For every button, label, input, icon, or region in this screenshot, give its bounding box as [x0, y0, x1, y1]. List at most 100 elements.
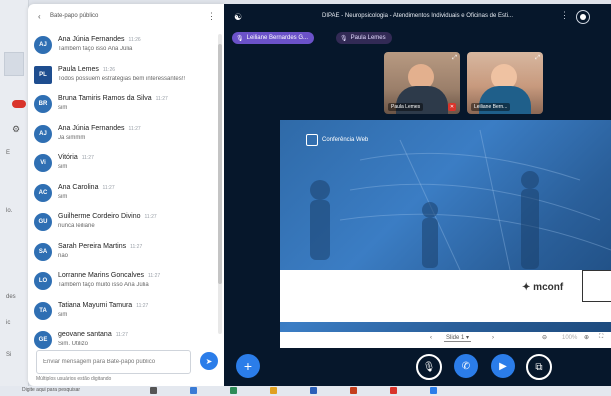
- mute-button[interactable]: 🎙: [416, 354, 442, 380]
- folder-icon[interactable]: [270, 387, 277, 394]
- chat-message: BR Bruna Tamiris Ramos da Silva 11:27 sim: [28, 93, 218, 123]
- video-tile-leiliane[interactable]: ⤢ Leiliane Bern...: [467, 52, 543, 114]
- author-name: Ana Carolina: [58, 183, 99, 191]
- mconf-text: mconf: [533, 282, 564, 293]
- chat-message: AJ Ana Júnia Fernandes 11:27 Ja simmm: [28, 123, 218, 153]
- recording-icon[interactable]: [576, 10, 590, 24]
- chat-input-field[interactable]: [41, 351, 190, 373]
- word-icon[interactable]: [310, 387, 317, 394]
- meeting-topbar: ☯ DIPAE - Neuropsicologia - Atendimentos…: [224, 4, 611, 32]
- gear-icon[interactable]: ⚙: [12, 124, 20, 135]
- message-text: Ja simmm: [58, 134, 86, 141]
- more-vertical-icon[interactable]: ⋮: [560, 10, 569, 21]
- chat-message: PL Paula Lemes 11:26 Todos possuem estratég…: [28, 64, 218, 94]
- powerpoint-icon[interactable]: [350, 387, 357, 394]
- chat-message: AC Ana Carolina 11:27 sim: [28, 182, 218, 212]
- windows-taskbar: Digite aqui para pesquisar: [0, 386, 611, 396]
- message-time: 11:27: [115, 332, 128, 338]
- next-slide-icon[interactable]: ›: [492, 335, 494, 341]
- slide-footer-band: [280, 270, 611, 322]
- tile-name: Paula Lemes: [388, 103, 424, 111]
- message-time: 11:27: [136, 302, 149, 309]
- author-name: Tatiana Mayumi Tamura: [58, 301, 133, 309]
- message-time: 11:27: [128, 125, 141, 132]
- meeting-area: ☯ DIPAE - Neuropsicologia - Atendimentos…: [224, 4, 611, 386]
- message-text: sim: [58, 164, 68, 170]
- video-tile-paula[interactable]: ⤢ Paula Lemes ✕: [384, 52, 460, 114]
- talking-indicator-paula[interactable]: 🎙 Paula Lemes: [336, 32, 392, 44]
- message-text: sim: [58, 105, 68, 111]
- message-text: Também faço isso Ana Júlia: [58, 46, 133, 52]
- author-name: geovane santana: [58, 331, 112, 338]
- typing-indicator: Múltiplos usuários estão digitando: [36, 376, 112, 382]
- meeting-title: DIPAE - Neuropsicologia - Atendimentos I…: [322, 13, 513, 19]
- fit-to-screen-icon[interactable]: ⛶: [599, 334, 603, 341]
- search-icon[interactable]: [150, 387, 157, 394]
- avatar: GU: [34, 213, 52, 231]
- expand-icon[interactable]: ⤢: [535, 55, 540, 62]
- microphone-icon: 🎙: [340, 35, 348, 42]
- chrome-icon[interactable]: [390, 387, 397, 394]
- author-name: Paula Lemes: [58, 65, 99, 73]
- camera-button[interactable]: ▶: [491, 354, 515, 378]
- chevron-left-icon[interactable]: ‹: [38, 12, 41, 21]
- author-name: Vitória: [58, 154, 78, 161]
- send-message-button[interactable]: ➤: [200, 352, 218, 370]
- avatar: AC: [34, 183, 52, 202]
- avatar: SA: [34, 242, 52, 261]
- chat-message: LO Lorranne Marins Goncalves 11:27 Também f…: [28, 270, 218, 300]
- message-author: Vitória 11:27: [58, 154, 94, 161]
- zoom-in-icon[interactable]: ⊕: [584, 334, 589, 341]
- slide-brand-top: Conferência Web: [306, 134, 368, 146]
- mconf-logo: ✦ mconf: [522, 282, 564, 293]
- slide-controls: ‹ Slide 1 ▾ › ⊖ 100% ⊕ ⛶: [280, 332, 611, 348]
- avatar: AJ: [34, 124, 52, 143]
- message-text: Também faço muito isso Ana Júlia: [58, 282, 149, 288]
- message-text: não: [58, 252, 69, 259]
- tile-name: Leiliane Bern...: [471, 103, 511, 111]
- muted-mic-icon: ✕: [448, 103, 456, 111]
- message-author: Bruna Tamiris Ramos da Silva 11:27: [58, 95, 168, 102]
- author-name: Sarah Pereira Martins: [58, 242, 127, 250]
- microphone-off-icon: 🎙: [422, 361, 436, 373]
- message-time: 11:26: [102, 66, 116, 73]
- chat-message-input[interactable]: [36, 350, 191, 374]
- plus-icon: +: [243, 358, 253, 374]
- more-options-icon[interactable]: ⋮: [207, 11, 216, 22]
- zoom-level: 100%: [562, 335, 578, 341]
- screen-share-button[interactable]: ⧉: [526, 354, 552, 380]
- message-text: Todos possuem estratégias bem interessan…: [58, 75, 186, 82]
- message-text: sim: [58, 193, 68, 200]
- audio-button[interactable]: ✆: [454, 354, 478, 378]
- talking-indicator-leiliane[interactable]: 🎙 Leiliane Bernardes G...: [232, 32, 314, 44]
- avatar: AJ: [34, 36, 52, 54]
- expand-icon[interactable]: ⤢: [452, 55, 457, 62]
- slide-selector[interactable]: Slide 1 ▾: [444, 334, 472, 342]
- teams-icon[interactable]: [430, 387, 437, 394]
- message-time: 11:27: [130, 243, 143, 250]
- zoom-out-icon[interactable]: ⊖: [542, 334, 547, 341]
- taskbar-search[interactable]: Digite aqui para pesquisar: [22, 387, 80, 393]
- browser-sidebar-box[interactable]: [4, 52, 24, 76]
- scrollbar-thumb[interactable]: [218, 44, 222, 284]
- prev-slide-icon[interactable]: ‹: [430, 335, 432, 341]
- actions-button[interactable]: +: [236, 354, 260, 378]
- user-list-icon[interactable]: ☯: [234, 12, 242, 23]
- chat-scrollbar[interactable]: [218, 34, 222, 334]
- talking-name: Paula Lemes: [350, 35, 386, 41]
- notification-badge: [12, 100, 26, 108]
- presentation-slide[interactable]: Conferência Web ✦ mconf: [280, 120, 611, 332]
- app-icon[interactable]: [230, 387, 237, 394]
- message-text: nunca leiliane: [58, 223, 95, 229]
- message-author: Lorranne Marins Goncalves 11:27: [58, 272, 160, 279]
- edge-icon[interactable]: [190, 387, 197, 394]
- microphone-icon: 🎙: [236, 35, 244, 42]
- side-text-5: Si: [6, 352, 12, 358]
- side-text-3: des: [6, 294, 16, 300]
- avatar: BR: [34, 95, 52, 113]
- message-author: Tatiana Mayumi Tamura 11:27: [58, 302, 148, 309]
- message-author: Ana Júnia Fernandes 11:26: [58, 36, 141, 43]
- message-time: 11:27: [148, 273, 161, 279]
- message-author: Guilherme Cordeiro Divino 11:27: [58, 213, 157, 220]
- side-text-2: lo.: [6, 208, 13, 214]
